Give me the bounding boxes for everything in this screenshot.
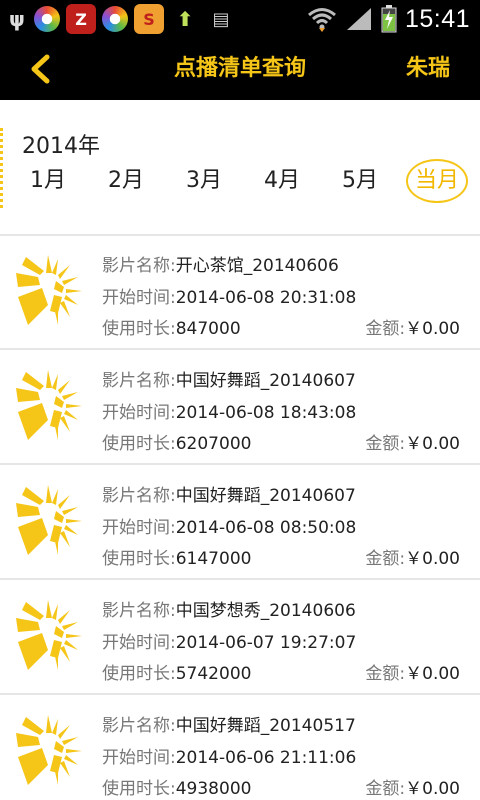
film-name-label: 影片名称:	[102, 601, 176, 621]
usb-icon: ψ	[9, 7, 25, 31]
film-name-label: 影片名称:	[102, 716, 176, 736]
month-tab-5[interactable]: 5月	[328, 156, 392, 206]
amount: 金额:￥0.00	[365, 659, 460, 684]
signal-icon	[345, 6, 373, 32]
channel-logo-icon	[14, 600, 84, 675]
month-selector: 2014年 1月 2月 3月 4月 5月 当月	[0, 100, 480, 234]
duration-value: 5742000	[175, 664, 252, 684]
film-name-value: 开心茶馆_20140606	[175, 256, 339, 276]
duration-label: 使用时长:	[102, 549, 176, 569]
film-name-label: 影片名称:	[102, 371, 176, 391]
list-item[interactable]: 影片名称:开心茶馆_20140606 开始时间:2014-06-08 20:31:…	[0, 235, 480, 350]
month-tab-1[interactable]: 1月	[16, 156, 80, 206]
month-tab-current[interactable]: 当月	[406, 159, 468, 203]
notification-icons: ψ Z S ⬆ ▤	[6, 4, 236, 34]
amount-label: 金额:	[365, 319, 406, 339]
channel-logo-icon	[14, 255, 84, 330]
film-name-value: 中国好舞蹈_20140607	[175, 371, 356, 391]
film-name-value: 中国好舞蹈_20140607	[175, 486, 356, 506]
duration-label: 使用时长:	[102, 319, 176, 339]
upload-icon: ⬆	[176, 7, 194, 31]
start-time-value: 2014-06-08 18:43:08	[175, 403, 357, 423]
app-circle-icon	[102, 6, 128, 32]
duration: 使用时长:847000	[102, 314, 241, 339]
system-icons: 15:41	[307, 0, 470, 38]
dotted-accent	[0, 128, 3, 208]
start-time-value: 2014-06-08 20:31:08	[175, 288, 357, 308]
start-time: 开始时间:2014-06-06 21:11:06	[102, 743, 356, 768]
amount: 金额:￥0.00	[365, 429, 460, 454]
record-list: 影片名称:开心茶馆_20140606 开始时间:2014-06-08 20:31:…	[0, 235, 480, 800]
film-name: 影片名称:中国梦想秀_20140606	[102, 596, 356, 621]
amount: 金额:￥0.00	[365, 544, 460, 569]
start-time-label: 开始时间:	[102, 403, 176, 423]
user-name[interactable]: 朱瑞	[406, 38, 450, 100]
duration-value: 4938000	[175, 779, 252, 799]
film-name-value: 中国好舞蹈_20140517	[175, 716, 356, 736]
month-tab-4[interactable]: 4月	[250, 156, 314, 206]
film-name: 影片名称:中国好舞蹈_20140517	[102, 711, 356, 736]
duration: 使用时长:6207000	[102, 429, 251, 454]
z-app-icon: Z	[66, 4, 96, 34]
film-name: 影片名称:中国好舞蹈_20140607	[102, 481, 356, 506]
start-time: 开始时间:2014-06-08 08:50:08	[102, 513, 356, 538]
app-header: 点播清单查询 朱瑞	[0, 38, 480, 100]
start-time: 开始时间:2014-06-07 19:27:07	[102, 628, 356, 653]
amount-label: 金额:	[365, 549, 406, 569]
list-item[interactable]: 影片名称:中国好舞蹈_20140607 开始时间:2014-06-08 08:50…	[0, 465, 480, 580]
status-bar: ψ Z S ⬆ ▤ 15:41	[0, 0, 480, 38]
start-time-label: 开始时间:	[102, 518, 176, 538]
channel-logo-icon	[14, 715, 84, 790]
duration-label: 使用时长:	[102, 434, 176, 454]
list-item[interactable]: 影片名称:中国梦想秀_20140606 开始时间:2014-06-07 19:27…	[0, 580, 480, 695]
film-name: 影片名称:中国好舞蹈_20140607	[102, 366, 356, 391]
channel-logo-icon	[14, 370, 84, 445]
list-item[interactable]: 影片名称:中国好舞蹈_20140607 开始时间:2014-06-08 18:43…	[0, 350, 480, 465]
duration-value: 6147000	[175, 549, 252, 569]
amount-value: ￥0.00	[405, 434, 460, 454]
start-time-label: 开始时间:	[102, 748, 176, 768]
app-circle-icon	[34, 6, 60, 32]
amount: 金额:￥0.00	[365, 774, 460, 799]
s-app-icon: S	[134, 4, 164, 34]
start-time-label: 开始时间:	[102, 633, 176, 653]
amount-label: 金额:	[365, 664, 406, 684]
film-name-label: 影片名称:	[102, 486, 176, 506]
list-item[interactable]: 影片名称:中国好舞蹈_20140517 开始时间:2014-06-06 21:11…	[0, 695, 480, 800]
start-time: 开始时间:2014-06-08 18:43:08	[102, 398, 356, 423]
clock: 15:41	[404, 4, 470, 33]
film-name: 影片名称:开心茶馆_20140606	[102, 251, 339, 276]
month-tab-2[interactable]: 2月	[94, 156, 158, 206]
duration: 使用时长:5742000	[102, 659, 251, 684]
start-time-label: 开始时间:	[102, 288, 176, 308]
month-tabs: 1月 2月 3月 4月 5月 当月	[10, 156, 480, 206]
wifi-icon	[307, 6, 337, 32]
amount-label: 金额:	[365, 779, 406, 799]
film-name-value: 中国梦想秀_20140606	[175, 601, 356, 621]
start-time-value: 2014-06-06 21:11:06	[175, 748, 357, 768]
battery-icon	[381, 5, 397, 33]
start-time-value: 2014-06-07 19:27:07	[175, 633, 357, 653]
duration-value: 6207000	[175, 434, 252, 454]
amount-value: ￥0.00	[405, 664, 460, 684]
channel-logo-icon	[14, 485, 84, 560]
amount-value: ￥0.00	[405, 779, 460, 799]
duration-value: 847000	[175, 319, 241, 339]
sd-card-icon: ▤	[212, 8, 230, 30]
month-tab-3[interactable]: 3月	[172, 156, 236, 206]
amount-value: ￥0.00	[405, 319, 460, 339]
start-time: 开始时间:2014-06-08 20:31:08	[102, 283, 356, 308]
amount: 金额:￥0.00	[365, 314, 460, 339]
duration-label: 使用时长:	[102, 779, 176, 799]
duration-label: 使用时长:	[102, 664, 176, 684]
duration: 使用时长:4938000	[102, 774, 251, 799]
film-name-label: 影片名称:	[102, 256, 176, 276]
duration: 使用时长:6147000	[102, 544, 251, 569]
start-time-value: 2014-06-08 08:50:08	[175, 518, 357, 538]
amount-label: 金额:	[365, 434, 406, 454]
amount-value: ￥0.00	[405, 549, 460, 569]
